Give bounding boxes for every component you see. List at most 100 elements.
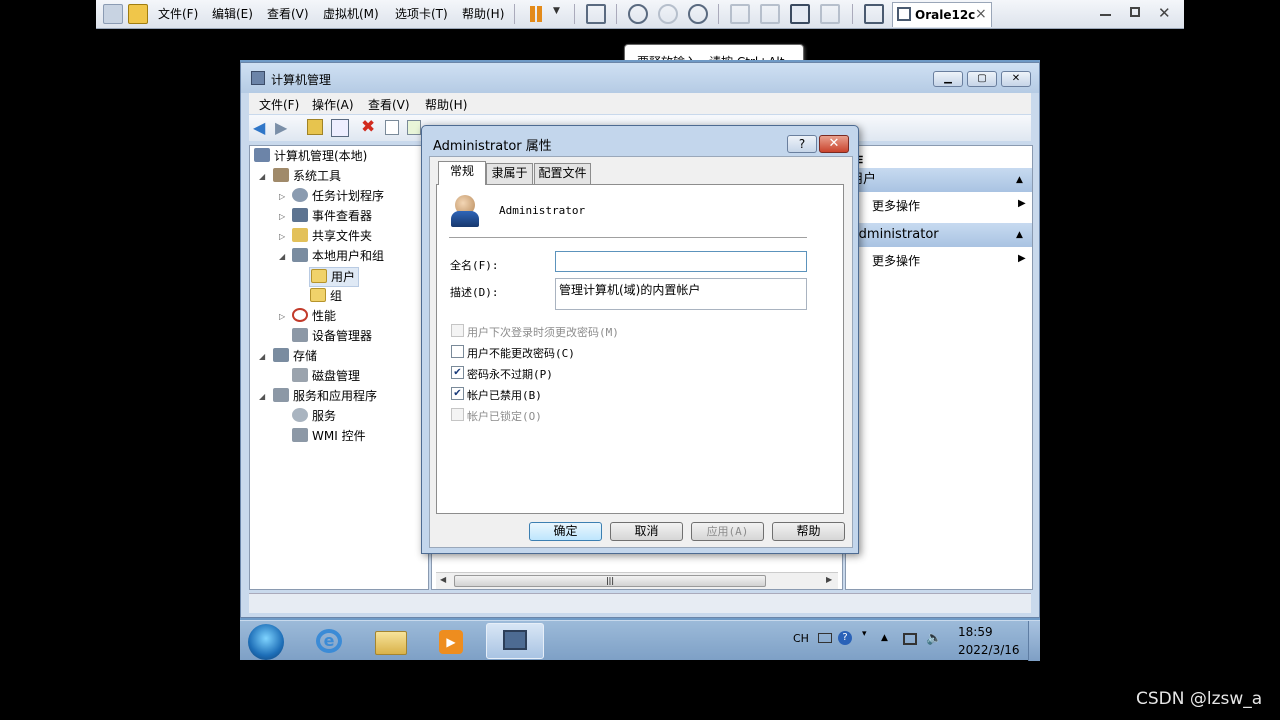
tab-profile[interactable]: 配置文件 (534, 163, 591, 184)
forward-icon[interactable]: ▶ (275, 120, 287, 136)
actions-section-administrator[interactable]: Administrator ▲ (846, 223, 1032, 247)
taskbar-ie[interactable]: e (304, 623, 356, 659)
checkbox-label-account-locked: 帐户已锁定(O) (467, 410, 542, 423)
chevron-down-icon[interactable]: ▼ (553, 6, 560, 16)
computer-management-icon (503, 630, 527, 650)
mmc-minimize-button[interactable]: ▁ (933, 71, 963, 87)
mmc-menu-file[interactable]: 文件(F) (259, 96, 299, 113)
mmc-maximize-button[interactable]: ▢ (967, 71, 997, 87)
expanded-arrow-icon[interactable]: ◢ (259, 172, 265, 181)
scrollbar-thumb[interactable]: ||| (454, 575, 766, 587)
horizontal-scrollbar[interactable]: ◀ ||| ▶ (436, 572, 838, 589)
vm-tab[interactable]: Orale12c × (892, 2, 992, 27)
fullscreen-console-icon[interactable] (128, 4, 148, 24)
back-icon[interactable]: ◀ (253, 120, 265, 136)
vm-menu-vm[interactable]: 虚拟机(M) (323, 5, 379, 22)
vm-menu-help[interactable]: 帮助(H) (462, 5, 504, 22)
taskbar-explorer[interactable] (365, 623, 417, 659)
vm-tab-close-icon[interactable]: × (975, 6, 987, 22)
language-indicator[interactable]: CH (793, 632, 809, 645)
collapsed-arrow-icon[interactable]: ▷ (279, 312, 285, 321)
tab-general[interactable]: 常规 (438, 161, 486, 185)
more-actions-administrator[interactable]: 更多操作 (872, 252, 920, 269)
checkbox-label-cannot-change[interactable]: 用户不能更改密码(C) (467, 345, 575, 361)
clock-time[interactable]: 18:59 (958, 625, 993, 639)
start-button[interactable] (248, 624, 284, 660)
up-folder-icon[interactable] (307, 119, 323, 135)
expanded-arrow-icon[interactable]: ◢ (259, 352, 265, 361)
properties-icon[interactable] (385, 120, 399, 135)
options-icon[interactable]: ▾ (862, 629, 867, 639)
fullname-input[interactable] (555, 251, 807, 272)
expanded-arrow-icon[interactable]: ◢ (259, 392, 265, 401)
tree-system-tools[interactable]: 系统工具 (273, 167, 341, 185)
clock-date[interactable]: 2022/3/16 (958, 643, 1020, 657)
checkbox-password-never-expires[interactable]: ✔ (451, 366, 464, 379)
tree-device-manager[interactable]: 设备管理器 (292, 327, 372, 345)
vm-menu-tabs[interactable]: 选项卡(T) (395, 5, 448, 22)
help-icon[interactable]: ? (838, 631, 852, 645)
delete-icon[interactable]: ✖ (361, 117, 375, 137)
dialog-help-button[interactable]: ? (787, 135, 817, 153)
tree-task-scheduler[interactable]: 任务计划程序 (292, 187, 384, 205)
tree-local-users-groups[interactable]: 本地用户和组 (292, 247, 384, 265)
tree-users[interactable]: 用户 (309, 267, 360, 287)
show-hidden-icons[interactable]: ▲ (881, 633, 888, 643)
vm-menu-edit[interactable]: 编辑(E) (212, 5, 253, 22)
expanded-arrow-icon[interactable]: ◢ (279, 252, 285, 261)
network-icon[interactable] (903, 633, 917, 645)
tree-wmi[interactable]: WMI 控件 (292, 427, 366, 445)
tree-groups[interactable]: 组 (310, 287, 342, 305)
taskbar-media-player[interactable]: ▶ (426, 623, 478, 659)
tree-performance[interactable]: 性能 (292, 307, 336, 325)
collapsed-arrow-icon[interactable]: ▷ (279, 232, 285, 241)
tree-storage[interactable]: 存储 (273, 347, 317, 365)
tree-event-viewer[interactable]: 事件查看器 (292, 207, 372, 225)
tree-shared-folders[interactable]: 共享文件夹 (292, 227, 372, 245)
snapshot-icon[interactable] (628, 4, 648, 24)
checkbox-cannot-change-password[interactable] (451, 345, 464, 358)
minimize-icon[interactable] (1100, 14, 1111, 16)
taskbar-computer-management[interactable] (486, 623, 544, 659)
send-ctrl-alt-del-icon[interactable] (586, 4, 606, 24)
collapsed-arrow-icon[interactable]: ▷ (279, 192, 285, 201)
fullscreen-icon[interactable] (790, 4, 810, 24)
mmc-titlebar[interactable]: 计算机管理 ▁ ▢ ✕ (241, 63, 1039, 93)
console-view-icon[interactable] (864, 4, 884, 24)
tree-disk-management[interactable]: 磁盘管理 (292, 367, 360, 385)
checkbox-label-never-expires[interactable]: 密码永不过期(P) (467, 366, 553, 382)
volume-icon[interactable]: 🔈 (926, 631, 942, 646)
mmc-menu-help[interactable]: 帮助(H) (425, 96, 467, 113)
show-desktop-button[interactable] (1028, 621, 1040, 661)
tab-member-of[interactable]: 隶属于 (486, 163, 533, 184)
export-list-icon[interactable] (407, 120, 421, 135)
dialog-close-button[interactable]: ✕ (819, 135, 849, 153)
pause-icon[interactable] (530, 6, 535, 22)
mmc-close-button[interactable]: ✕ (1001, 71, 1031, 87)
vm-menu-view[interactable]: 查看(V) (267, 5, 309, 22)
pin-icon[interactable] (103, 4, 123, 24)
checkbox-account-disabled[interactable]: ✔ (451, 387, 464, 400)
mmc-menu-view[interactable]: 查看(V) (368, 96, 410, 113)
help-button[interactable]: 帮助 (772, 522, 845, 541)
show-hide-tree-icon[interactable] (331, 119, 349, 137)
submenu-arrow-icon: ▶ (1018, 198, 1026, 209)
keyboard-icon[interactable] (818, 633, 832, 643)
more-actions-users[interactable]: 更多操作 (872, 197, 920, 214)
status-bar (249, 593, 1031, 613)
vm-menu-file[interactable]: 文件(F) (158, 5, 198, 22)
users-groups-icon (292, 248, 308, 262)
collapsed-arrow-icon[interactable]: ▷ (279, 212, 285, 221)
tree-services-apps[interactable]: 服务和应用程序 (273, 387, 377, 405)
actions-section-users[interactable]: 用户 ▲ (846, 168, 1032, 192)
restore-icon[interactable] (1130, 7, 1140, 17)
tree-services[interactable]: 服务 (292, 407, 336, 425)
ok-button[interactable]: 确定 (529, 522, 602, 541)
cancel-button[interactable]: 取消 (610, 522, 683, 541)
description-input[interactable]: 管理计算机(域)的内置帐户 (555, 278, 807, 310)
tree-root[interactable]: 计算机管理(本地) (254, 147, 367, 165)
mmc-menu-action[interactable]: 操作(A) (312, 96, 354, 113)
close-icon[interactable]: ✕ (1158, 4, 1171, 22)
snapshot-manager-icon[interactable] (688, 4, 708, 24)
checkbox-label-account-disabled[interactable]: 帐户已禁用(B) (467, 387, 542, 403)
